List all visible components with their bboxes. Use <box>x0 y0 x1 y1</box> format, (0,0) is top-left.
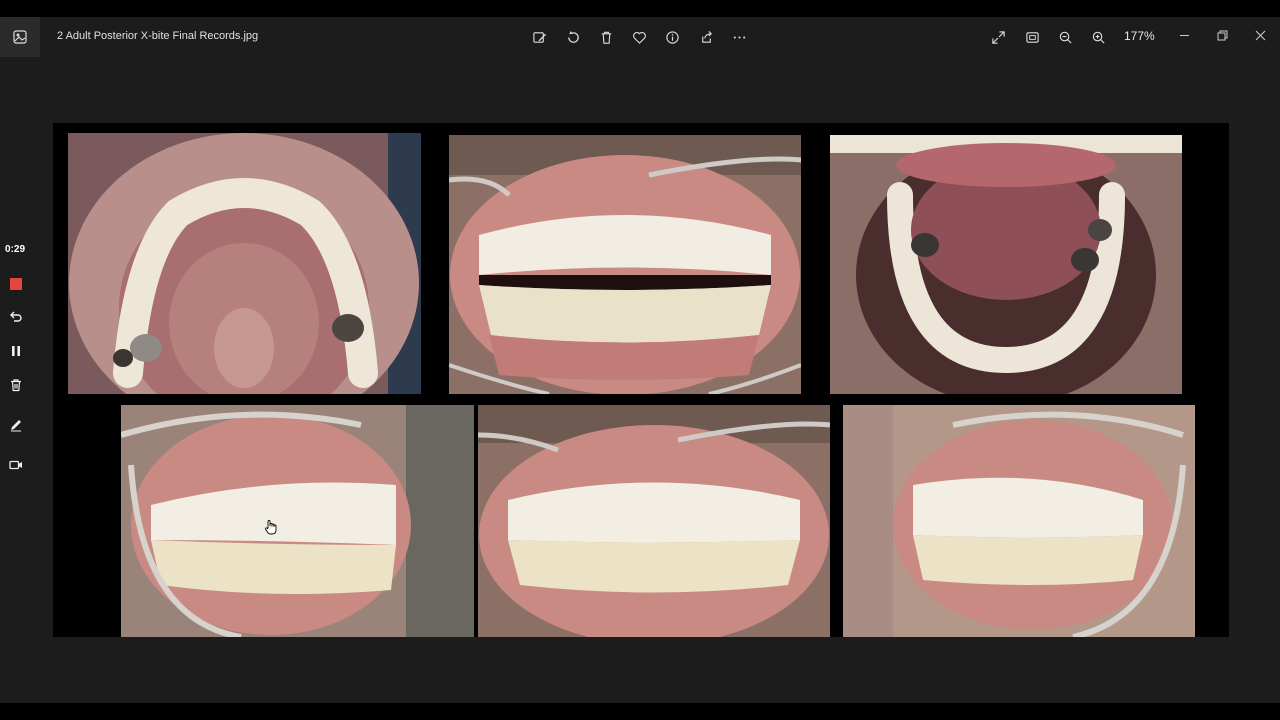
minimize-icon <box>1179 34 1189 36</box>
undo-button[interactable] <box>6 307 26 327</box>
undo-icon <box>10 311 22 322</box>
info-button[interactable] <box>661 26 683 48</box>
photo-frontal-closed <box>478 405 830 637</box>
more-button[interactable] <box>728 26 750 48</box>
fullscreen-button[interactable] <box>987 26 1009 48</box>
file-title: 2 Adult Posterior X-bite Final Records.j… <box>57 30 259 42</box>
edit-image-button[interactable] <box>528 26 550 48</box>
hand-cursor-icon <box>265 520 277 535</box>
more-icon <box>733 35 745 39</box>
photo-left-buccal <box>843 405 1195 637</box>
zoom-in-button[interactable] <box>1087 26 1109 48</box>
draw-button[interactable] <box>6 415 26 435</box>
fit-to-window-icon <box>1025 31 1039 43</box>
app-icon[interactable] <box>0 17 40 57</box>
edit-image-icon <box>532 31 546 43</box>
photo-lower-occlusal <box>830 135 1182 394</box>
zoom-out-icon <box>1059 31 1072 44</box>
restore-button[interactable] <box>1209 23 1235 47</box>
pause-icon <box>12 346 20 356</box>
image-canvas[interactable] <box>53 123 1229 637</box>
webcam-button[interactable] <box>6 455 26 475</box>
photo-right-buccal <box>121 405 474 637</box>
fullscreen-icon <box>991 30 1005 44</box>
minimize-button[interactable] <box>1171 23 1197 47</box>
share-button[interactable] <box>695 26 717 48</box>
rotate-button[interactable] <box>562 26 584 48</box>
info-icon <box>665 30 679 44</box>
camera-icon <box>9 460 22 470</box>
zoom-out-button[interactable] <box>1054 26 1076 48</box>
fit-to-window-button[interactable] <box>1021 26 1043 48</box>
trash-icon <box>11 379 21 392</box>
delete-icon <box>601 31 611 44</box>
recording-timer: 0:29 <box>5 244 26 255</box>
close-icon <box>1255 30 1265 40</box>
zoom-in-icon <box>1092 31 1105 44</box>
photo-viewer-window: 2 Adult Posterior X-bite Final Records.j… <box>0 17 1280 703</box>
restore-icon <box>1217 30 1227 40</box>
rotate-icon <box>567 30 579 43</box>
photos-app-icon <box>13 30 27 44</box>
favorite-icon <box>632 31 646 44</box>
photo-upper-occlusal <box>68 133 421 394</box>
stop-recording-button[interactable] <box>6 274 26 294</box>
favorite-button[interactable] <box>628 26 650 48</box>
photo-frontal-open <box>449 135 801 394</box>
stop-icon <box>10 278 22 290</box>
pen-icon <box>11 420 21 432</box>
share-icon <box>701 30 712 43</box>
zoom-level[interactable]: 177% <box>1124 29 1155 43</box>
delete-button[interactable] <box>595 26 617 48</box>
close-button[interactable] <box>1247 23 1273 47</box>
title-bar: 2 Adult Posterior X-bite Final Records.j… <box>0 17 1280 57</box>
pause-button[interactable] <box>6 341 26 361</box>
discard-button[interactable] <box>6 375 26 395</box>
